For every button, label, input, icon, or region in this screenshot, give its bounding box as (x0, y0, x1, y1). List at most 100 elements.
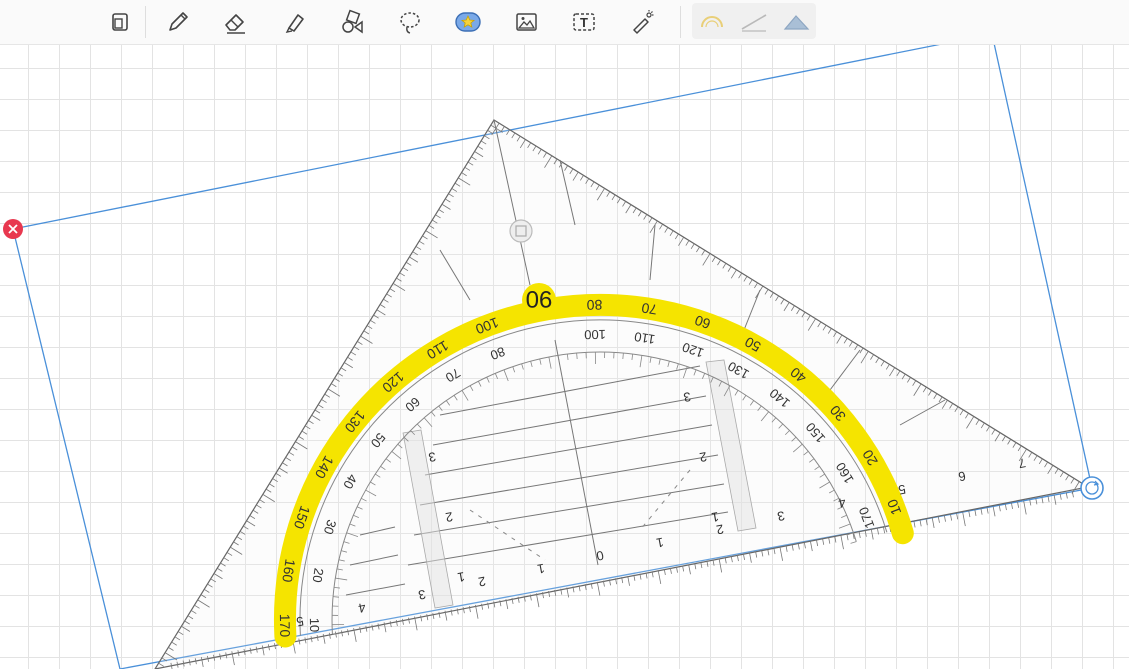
edge-tick (980, 508, 983, 515)
edge-tick (846, 534, 849, 541)
current-angle-label: 90 (526, 285, 553, 312)
edge-tick (712, 559, 715, 566)
arc-tick (850, 541, 857, 544)
set-square-button[interactable] (778, 3, 814, 39)
edge-tick (974, 509, 977, 516)
edge-tick (822, 538, 825, 545)
text-box-icon: T (573, 13, 595, 31)
edge-tick (743, 553, 745, 560)
edge-tick (877, 528, 879, 535)
eraser-button[interactable] (217, 4, 253, 40)
edge-tick (998, 505, 1001, 512)
toolbar: T (0, 0, 1129, 45)
edge-tick (1011, 502, 1013, 510)
inner-scale-label: 100 (584, 327, 606, 342)
edge-tick (475, 604, 479, 619)
edge-tick (627, 575, 630, 586)
edge-tick (773, 548, 776, 555)
edge-tick (724, 557, 727, 564)
shapes-button[interactable] (335, 4, 371, 40)
edge-tick (828, 537, 831, 544)
edge-tick (968, 511, 971, 518)
edge-tick (700, 562, 703, 569)
edge-tick (986, 507, 989, 514)
edge-tick (596, 581, 601, 596)
edge-tick (925, 519, 928, 526)
arc-tick (576, 352, 578, 360)
edge-tick (779, 546, 783, 561)
edge-tick (785, 545, 788, 552)
edge-tick (694, 563, 697, 570)
page-view-button[interactable] (102, 4, 138, 40)
edge-tick (858, 531, 861, 538)
ruler-icon (741, 14, 767, 32)
edge-tick (1023, 500, 1027, 515)
edge-tick (816, 540, 819, 547)
outer-scale-label: 170 (277, 614, 293, 638)
edge-tick (944, 515, 946, 522)
toolbar-divider (145, 6, 146, 38)
edge-tick (864, 530, 867, 537)
edge-tick (840, 535, 844, 550)
edge-tick (736, 555, 739, 562)
edge-tick (1035, 498, 1038, 505)
shapes-icon (342, 9, 363, 34)
edge-tick (1029, 499, 1032, 506)
edge-tick (937, 516, 940, 523)
edge-tick (1041, 497, 1044, 504)
edge-tick (913, 521, 916, 528)
rotate-handle[interactable] (1080, 476, 1104, 500)
edge-tick (870, 529, 874, 540)
inner-scale-label: 110 (633, 329, 656, 347)
inner-scale-label: 10 (307, 618, 322, 633)
image-icon (516, 13, 537, 31)
edge-tick (535, 593, 540, 608)
edge-tick (1059, 493, 1062, 500)
pencil-icon (169, 12, 188, 31)
edge-tick (883, 527, 886, 534)
highlighter-icon (285, 14, 304, 33)
pen-button[interactable] (160, 4, 196, 40)
set-square-icon (783, 15, 810, 30)
edge-tick (810, 541, 813, 552)
edge-tick (1065, 492, 1068, 499)
edge-tick (761, 550, 764, 557)
inner-scale-label: 20 (309, 567, 326, 584)
edge-tick (706, 560, 709, 567)
arc-tick (332, 596, 340, 598)
edge-tick (834, 536, 837, 543)
edge-tick (1053, 494, 1057, 505)
stickers-button[interactable] (450, 4, 486, 40)
set-square-overlay: 90 1020304050607080100110120130140150160… (3, 33, 1104, 669)
edge-tick (1004, 504, 1007, 511)
edge-tick (718, 558, 723, 573)
highlighter-button[interactable] (277, 4, 313, 40)
outer-scale-label: 80 (586, 297, 602, 313)
edge-tick (956, 513, 959, 520)
lasso-icon (400, 12, 420, 34)
geometry-tools-group (692, 3, 816, 39)
eraser-icon (225, 14, 245, 34)
edge-tick (657, 570, 662, 585)
lasso-button[interactable] (392, 4, 428, 40)
toolbar-divider (680, 6, 681, 38)
protractor-button[interactable] (694, 3, 730, 39)
text-box-glyph: T (580, 15, 588, 30)
ruler-button[interactable] (736, 3, 772, 39)
outer-scale-label: 70 (640, 300, 658, 318)
star-sticker-icon (455, 12, 481, 32)
edge-tick (767, 549, 770, 556)
edge-tick (797, 543, 800, 550)
image-button[interactable] (508, 4, 544, 40)
page-icon (112, 13, 128, 31)
text-box-button[interactable]: T (566, 4, 602, 40)
edge-tick (1017, 501, 1020, 508)
edge-tick (730, 556, 733, 563)
edge-tick (931, 518, 935, 528)
edge-tick (803, 542, 806, 549)
laser-pointer-button[interactable] (624, 4, 660, 40)
edge-tick (950, 514, 953, 521)
edge-tick (749, 552, 752, 563)
delete-handle[interactable] (3, 219, 23, 239)
pivot-icon[interactable] (509, 219, 533, 243)
